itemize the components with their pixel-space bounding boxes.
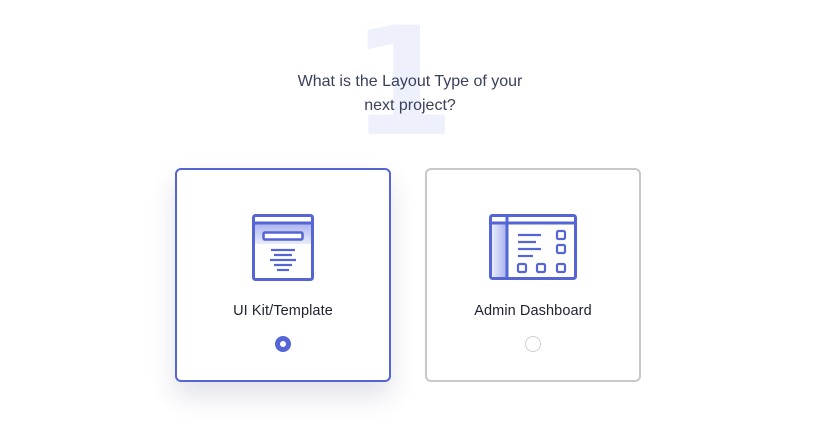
option-label: Admin Dashboard bbox=[474, 303, 592, 319]
option-card-ui-kit-template[interactable]: UI Kit/Template bbox=[175, 168, 391, 382]
dashboard-icon bbox=[489, 214, 577, 280]
option-card-admin-dashboard[interactable]: Admin Dashboard bbox=[425, 168, 641, 382]
option-label: UI Kit/Template bbox=[233, 303, 333, 319]
question-line-1: What is the Layout Type of your bbox=[297, 73, 523, 90]
option-radio-selected[interactable] bbox=[275, 336, 291, 352]
step-question: What is the Layout Type of your next pro… bbox=[260, 70, 560, 118]
template-icon bbox=[252, 214, 314, 281]
question-line-2: next project? bbox=[364, 97, 456, 114]
layout-type-step: 1 What is the Layout Type of your next p… bbox=[0, 0, 824, 432]
option-radio-unselected[interactable] bbox=[525, 336, 541, 352]
